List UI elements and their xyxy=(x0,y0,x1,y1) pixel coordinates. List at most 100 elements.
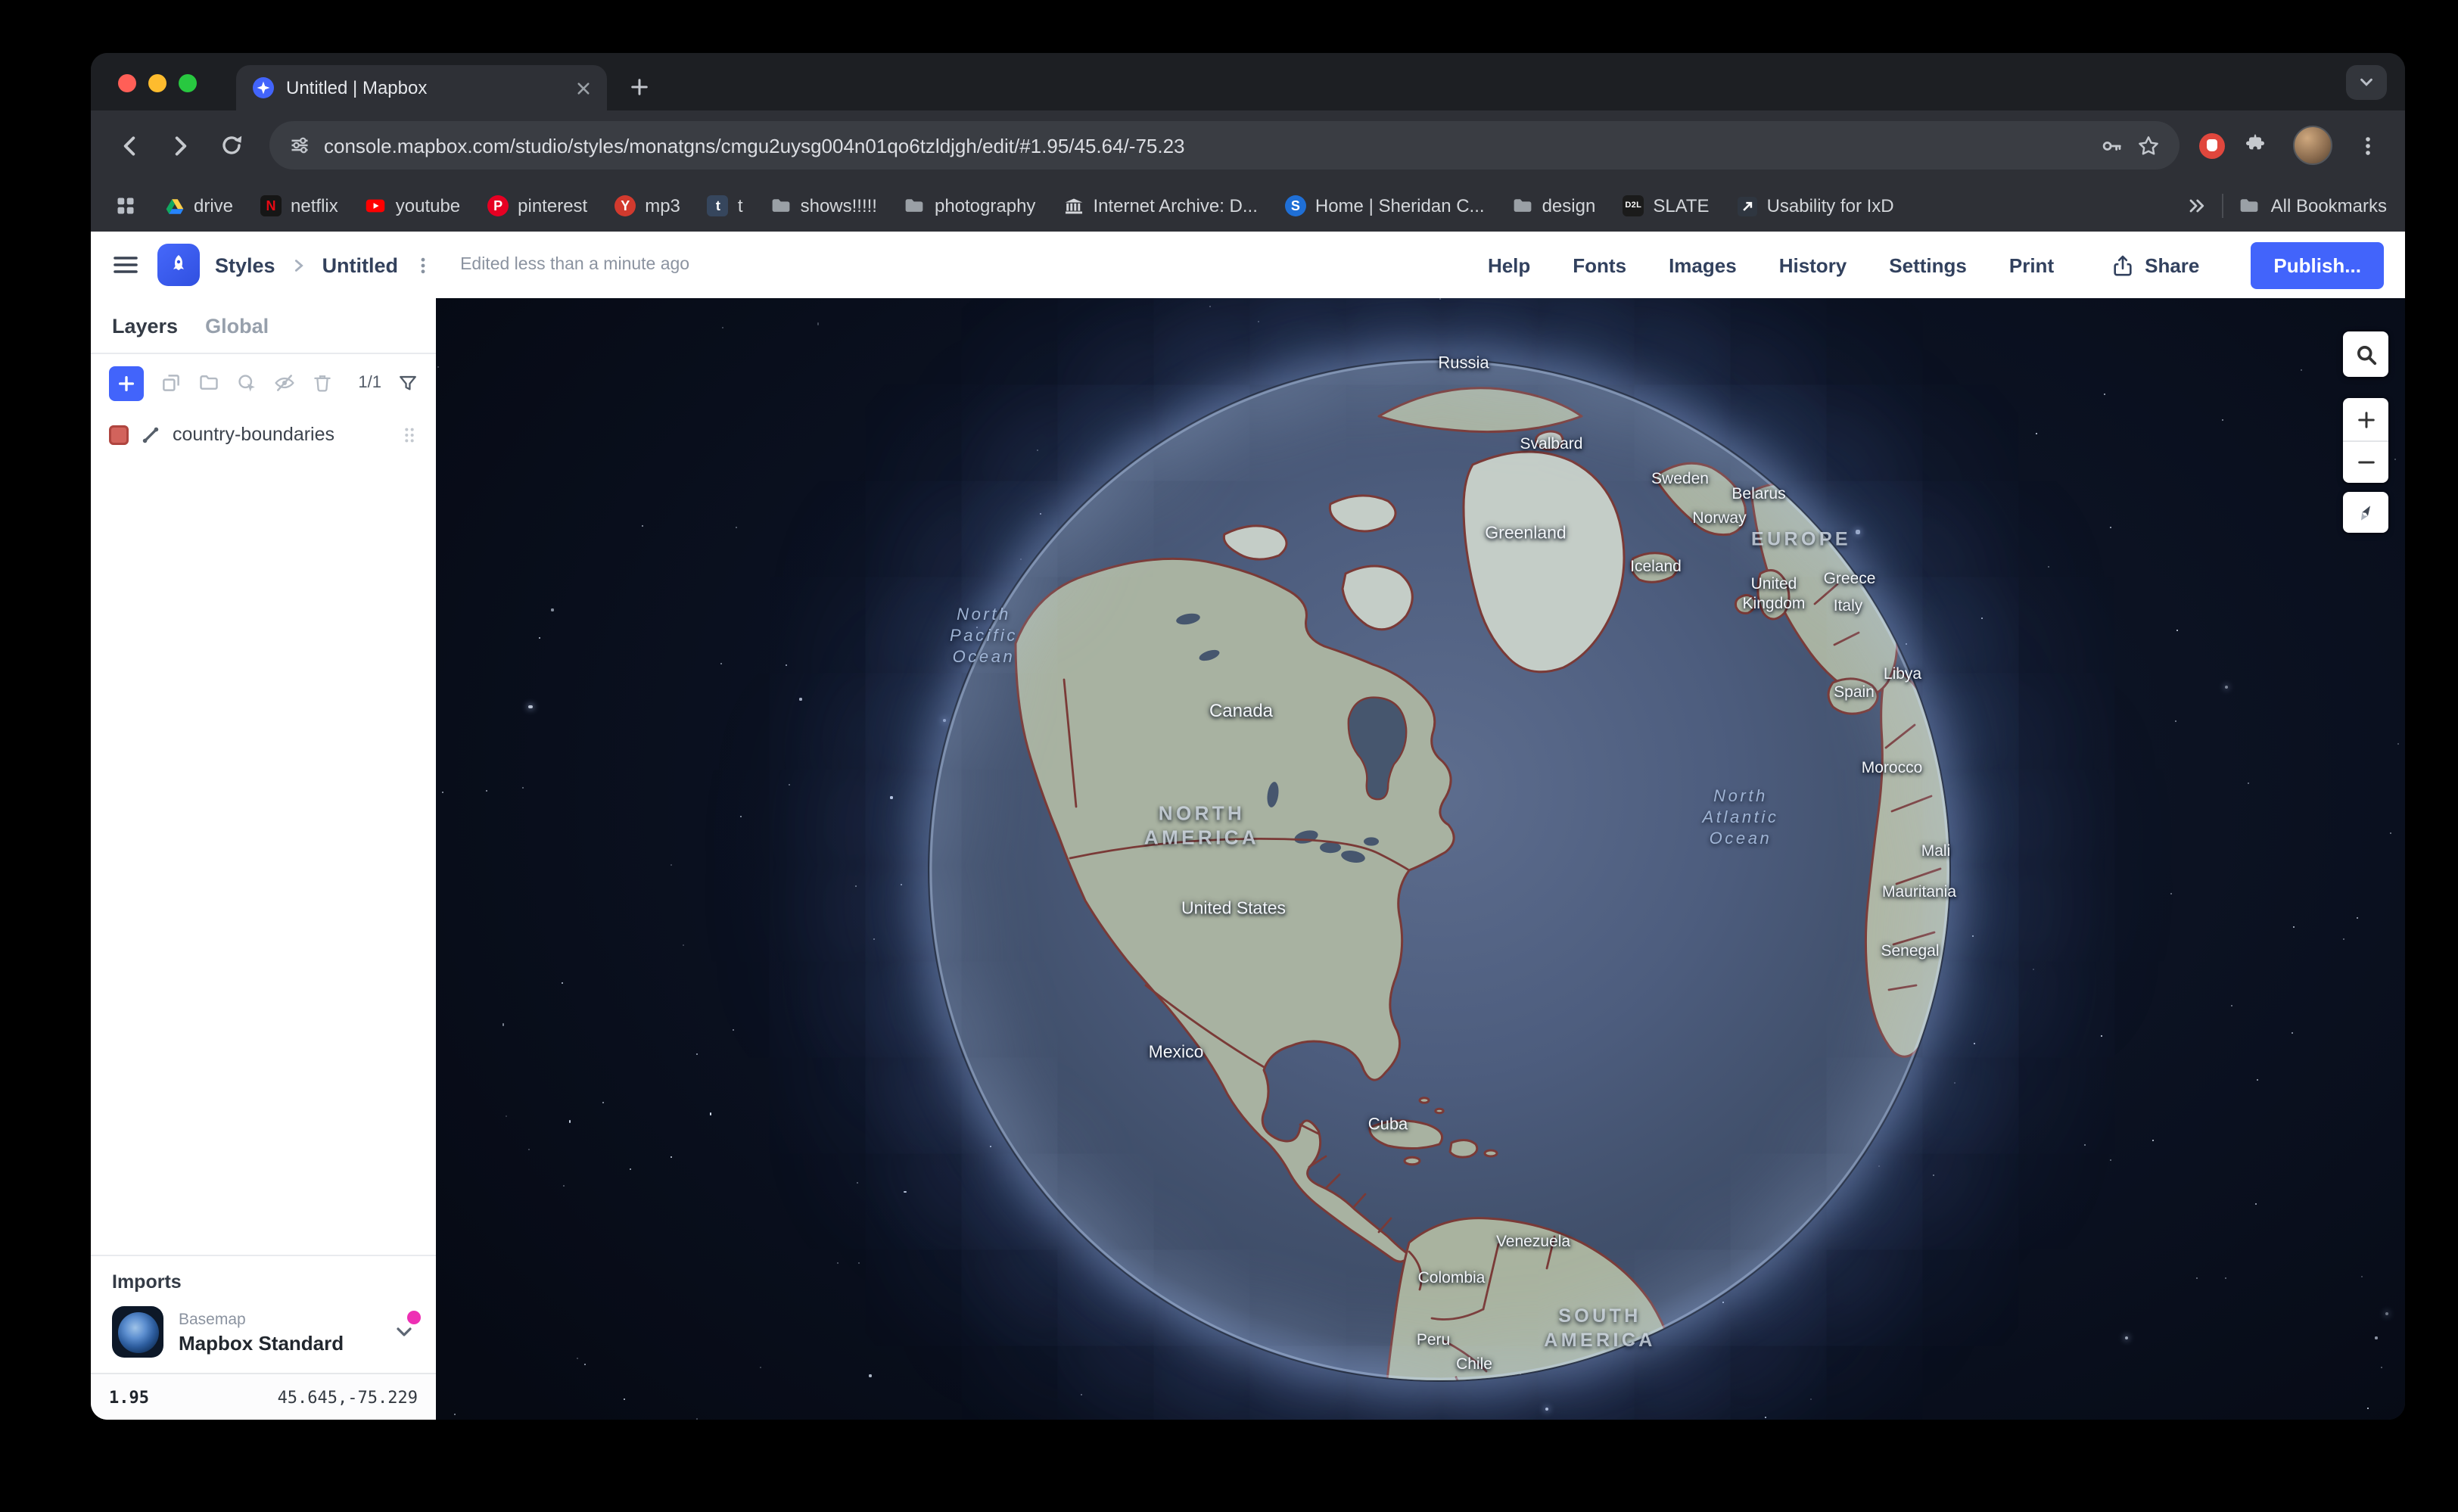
star xyxy=(624,1398,625,1400)
adblock-extension-icon[interactable] xyxy=(2199,132,2225,158)
drag-handle-icon[interactable] xyxy=(401,425,418,444)
star xyxy=(562,1184,564,1186)
bookmark-pinterest[interactable]: Ppinterest xyxy=(475,189,599,222)
basemap-import-item[interactable]: Basemap Mapbox Standard xyxy=(112,1306,415,1358)
bookmark-shows[interactable]: shows!!!!! xyxy=(758,189,889,222)
star xyxy=(760,1367,761,1368)
inspect-icon xyxy=(236,372,257,394)
bookmark-mp3[interactable]: Ymp3 xyxy=(602,189,692,222)
all-bookmarks-button[interactable]: All Bookmarks xyxy=(2239,195,2387,216)
menu-images[interactable]: Images xyxy=(1669,254,1737,276)
url-text[interactable]: console.mapbox.com/studio/styles/monatgn… xyxy=(324,134,2087,157)
star xyxy=(2033,968,2034,969)
tab-close-icon[interactable] xyxy=(571,76,595,100)
map-canvas[interactable]: RussiaSvalbardSwedenBelarusNorwayEUROPEG… xyxy=(436,298,2405,1420)
hamburger-menu-icon[interactable] xyxy=(112,251,139,278)
browser-menu-kebab-icon[interactable] xyxy=(2344,123,2390,168)
publish-button[interactable]: Publish... xyxy=(2251,241,2384,288)
menu-settings[interactable]: Settings xyxy=(1889,254,1967,276)
share-button[interactable]: Share xyxy=(2102,252,2208,278)
star xyxy=(671,1156,672,1157)
star xyxy=(506,1115,508,1116)
tab-list-chevron-icon[interactable] xyxy=(2346,65,2387,100)
add-layer-button[interactable] xyxy=(109,366,144,400)
notification-badge xyxy=(407,1311,421,1324)
mapbox-favicon-icon xyxy=(253,77,274,98)
apps-grid-icon[interactable] xyxy=(109,189,142,222)
toggle-visibility-button[interactable] xyxy=(274,372,295,394)
puerto-rico xyxy=(1485,1150,1497,1156)
star xyxy=(2301,369,2302,370)
bookmark-internet-archive-d[interactable]: Internet Archive: D... xyxy=(1050,189,1269,222)
reset-bearing-button[interactable] xyxy=(2343,492,2388,533)
tab-layers[interactable]: Layers xyxy=(112,314,178,337)
imports-section: Imports Basemap Mapbox Standard xyxy=(91,1255,436,1373)
bookmark-youtube[interactable]: youtube xyxy=(353,189,472,222)
group-layers-button[interactable] xyxy=(198,372,219,394)
menu-history[interactable]: History xyxy=(1779,254,1847,276)
star xyxy=(529,705,532,708)
menu-help[interactable]: Help xyxy=(1488,254,1530,276)
share-icon xyxy=(2111,254,2134,276)
filter-layers-button[interactable] xyxy=(398,373,418,393)
reload-button[interactable] xyxy=(209,123,254,168)
chevron-down-icon[interactable] xyxy=(394,1321,415,1342)
inspect-layer-button[interactable] xyxy=(236,372,257,394)
tab-global[interactable]: Global xyxy=(205,314,269,337)
close-window-button[interactable] xyxy=(118,74,136,92)
url-bar[interactable]: console.mapbox.com/studio/styles/monatgn… xyxy=(269,121,2180,170)
style-name[interactable]: Untitled xyxy=(322,254,399,276)
bookmark-drive[interactable]: drive xyxy=(151,189,245,222)
basemap-thumbnail xyxy=(112,1306,163,1358)
bookmarks-overflow-chevrons-icon[interactable] xyxy=(2186,195,2208,216)
folder-icon xyxy=(198,372,219,394)
imports-heading: Imports xyxy=(112,1271,415,1293)
bahamas-2 xyxy=(1436,1109,1443,1113)
bookmarks-overflow: All Bookmarks xyxy=(2186,194,2387,218)
menu-fonts[interactable]: Fonts xyxy=(1573,254,1626,276)
style-options-kebab-icon[interactable] xyxy=(413,255,433,275)
bookmark-usability-for-ixd[interactable]: Usability for IxD xyxy=(1725,189,1906,222)
star xyxy=(891,797,893,799)
delete-layer-button[interactable] xyxy=(312,372,333,394)
bookmark-photography[interactable]: photography xyxy=(892,189,1047,222)
star xyxy=(2382,1367,2383,1368)
zoom-in-button[interactable] xyxy=(2343,398,2388,440)
bookmark-slate[interactable]: D2LSLATE xyxy=(1610,189,1721,222)
star xyxy=(736,527,737,528)
browser-tab[interactable]: Untitled | Mapbox xyxy=(236,65,607,110)
back-button[interactable] xyxy=(106,123,151,168)
password-key-icon[interactable] xyxy=(2101,134,2124,157)
bookmark-home-sheridan-c[interactable]: SHome | Sheridan C... xyxy=(1273,189,1497,222)
extensions-puzzle-icon[interactable] xyxy=(2236,123,2281,168)
minimize-window-button[interactable] xyxy=(148,74,166,92)
star xyxy=(2195,1277,2197,1278)
bookmark-netflix[interactable]: Nnetflix xyxy=(248,189,350,222)
breadcrumb-styles[interactable]: Styles xyxy=(215,254,275,276)
site-info-icon[interactable] xyxy=(289,135,310,156)
bookmark-design[interactable]: design xyxy=(1500,189,1608,222)
map-search-button[interactable] xyxy=(2343,331,2388,377)
star xyxy=(643,525,644,527)
layer-item-country-boundaries[interactable]: country-boundaries xyxy=(91,412,436,457)
bookmark-star-icon[interactable] xyxy=(2137,134,2160,157)
star xyxy=(2385,1312,2388,1315)
zoom-out-button[interactable] xyxy=(2343,440,2388,483)
new-tab-button[interactable] xyxy=(619,67,658,106)
layer-name: country-boundaries xyxy=(173,424,389,445)
layer-color-swatch xyxy=(109,425,129,444)
folder-icon xyxy=(770,195,792,216)
bookmark-t[interactable]: tt xyxy=(695,189,755,222)
studio-rocket-icon[interactable] xyxy=(157,244,200,286)
star xyxy=(789,784,790,786)
duplicate-layer-button[interactable] xyxy=(160,372,182,394)
back-icon xyxy=(116,132,142,158)
menu-print[interactable]: Print xyxy=(2009,254,2054,276)
profile-avatar[interactable] xyxy=(2293,126,2332,165)
bookmark-label: SLATE xyxy=(1653,195,1709,216)
forward-button[interactable] xyxy=(157,123,203,168)
fullscreen-window-button[interactable] xyxy=(179,74,197,92)
basemap-globe-icon xyxy=(117,1311,158,1352)
star xyxy=(502,1023,505,1025)
star xyxy=(732,1028,733,1030)
